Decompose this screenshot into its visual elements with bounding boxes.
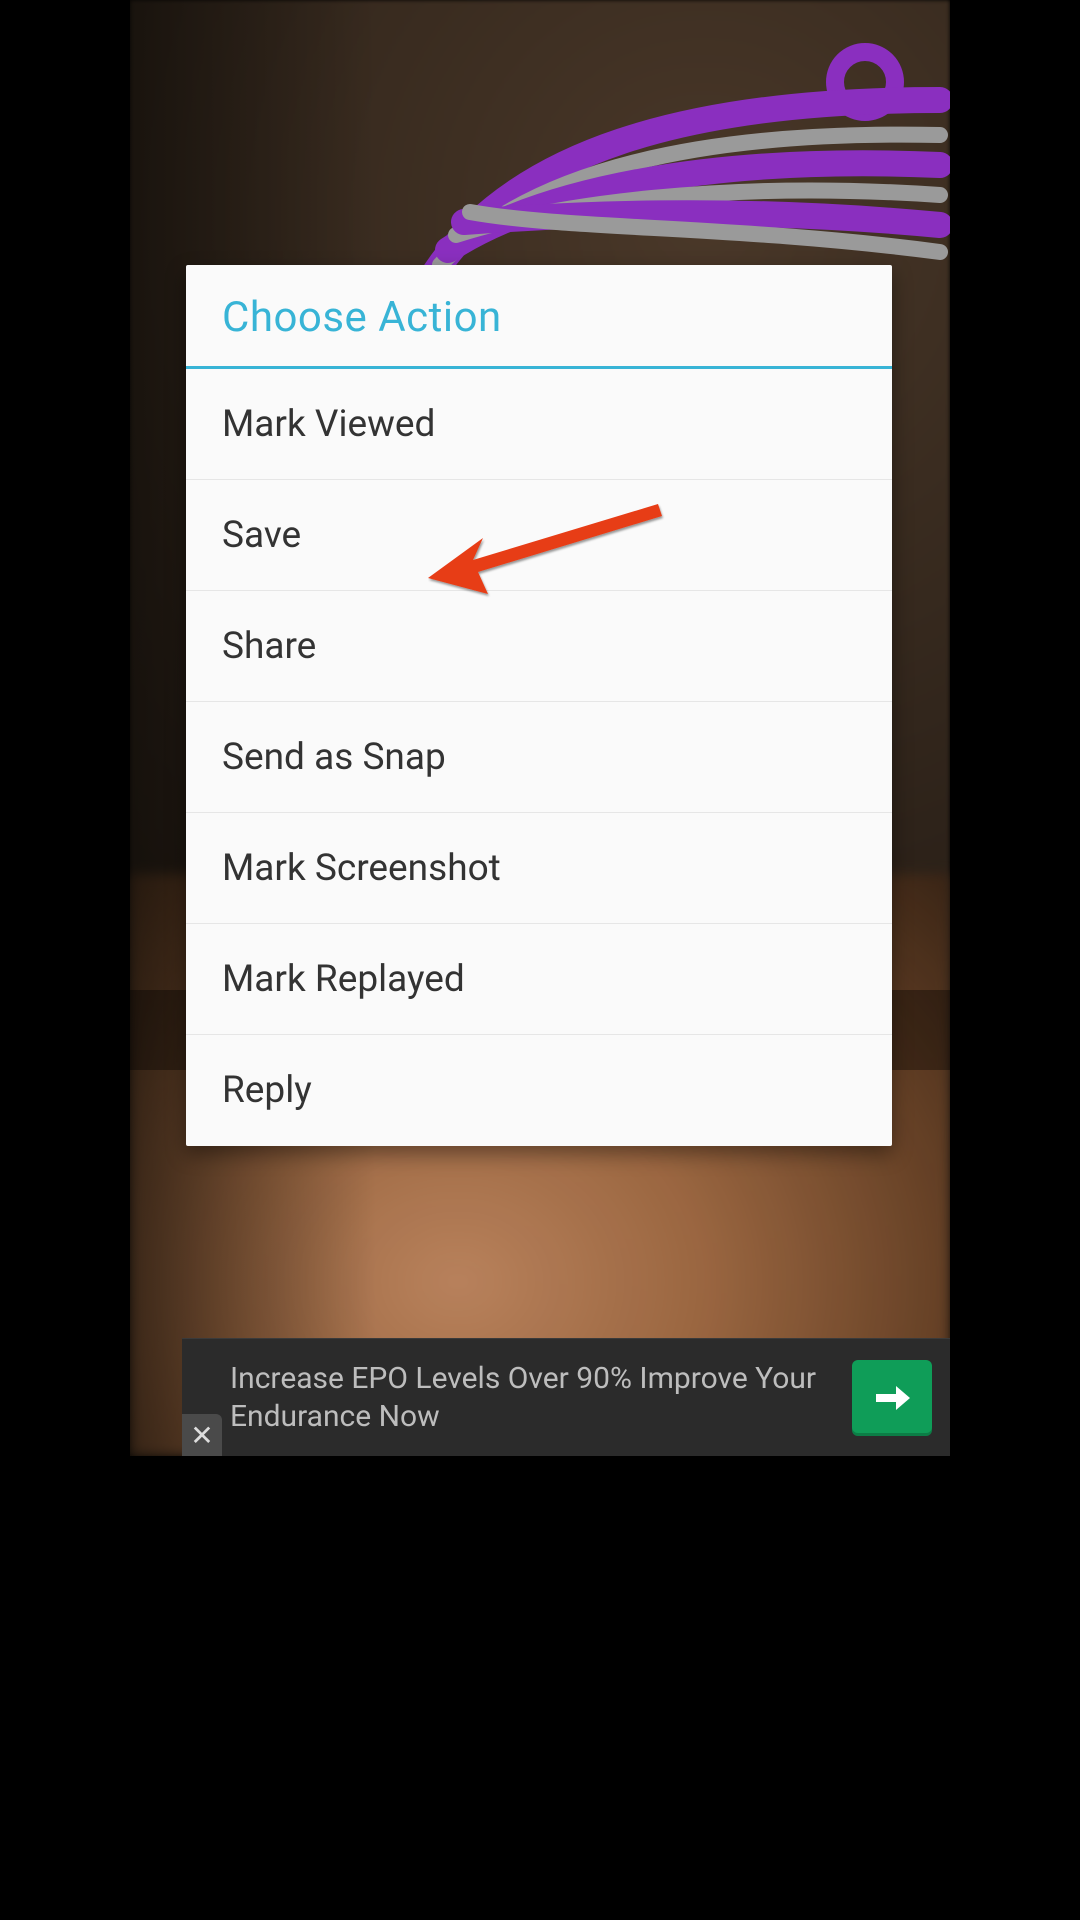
action-mark-viewed[interactable]: Mark Viewed — [186, 369, 892, 480]
dialog-title: Choose Action — [186, 265, 892, 366]
action-reply[interactable]: Reply — [186, 1035, 892, 1146]
action-save[interactable]: Save — [186, 480, 892, 591]
action-mark-replayed[interactable]: Mark Replayed — [186, 924, 892, 1035]
action-mark-screenshot[interactable]: Mark Screenshot — [186, 813, 892, 924]
arrow-right-icon — [870, 1376, 914, 1420]
screen-root: Choose Action Mark Viewed Save Share Sen… — [130, 0, 950, 1456]
dialog-action-list: Mark Viewed Save Share Send as Snap Mark… — [186, 369, 892, 1146]
ad-text: Increase EPO Levels Over 90% Improve You… — [230, 1360, 852, 1435]
ad-cta-button[interactable] — [852, 1360, 932, 1436]
ad-banner[interactable]: Increase EPO Levels Over 90% Improve You… — [182, 1338, 950, 1456]
close-icon: ✕ — [190, 1419, 213, 1452]
ad-close-button[interactable]: ✕ — [182, 1414, 222, 1456]
action-share[interactable]: Share — [186, 591, 892, 702]
choose-action-dialog: Choose Action Mark Viewed Save Share Sen… — [186, 265, 892, 1146]
action-send-as-snap[interactable]: Send as Snap — [186, 702, 892, 813]
